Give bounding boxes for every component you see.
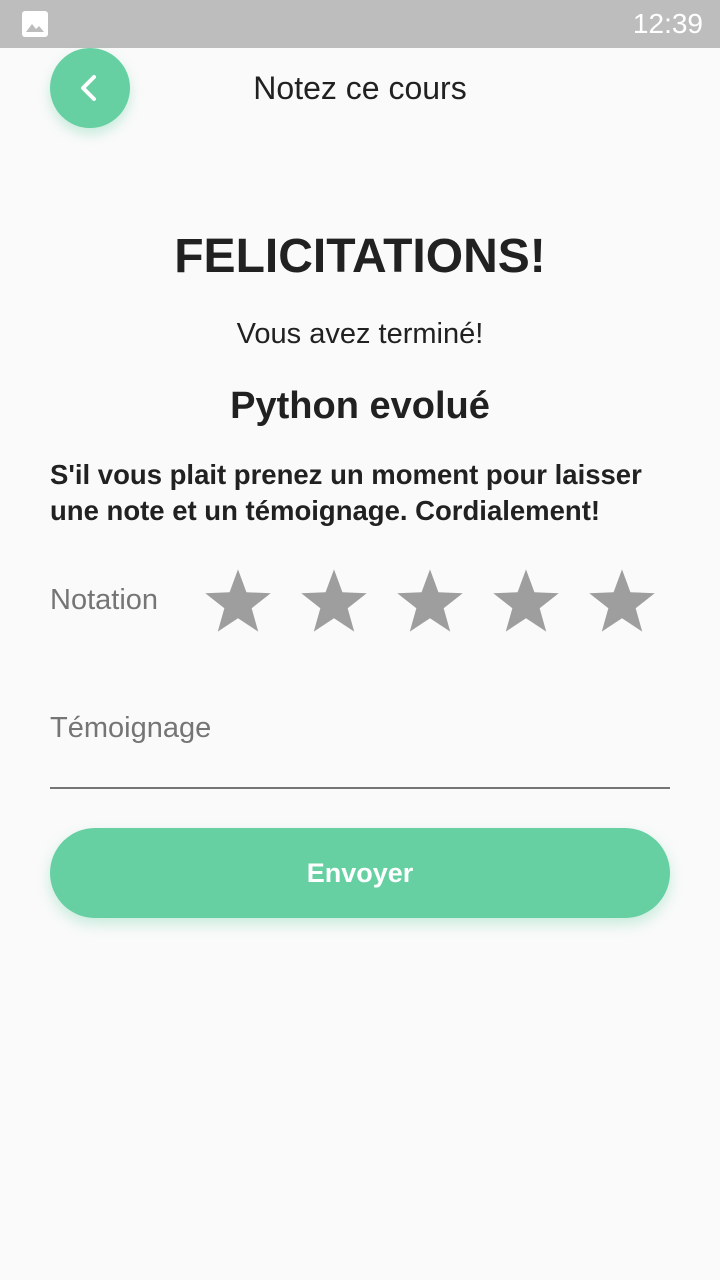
testimony-input[interactable] xyxy=(50,700,670,756)
finished-text: Vous avez terminé! xyxy=(236,318,484,350)
star-icon xyxy=(493,569,559,632)
course-name: Python evolué xyxy=(230,385,490,427)
rating-label: Notation xyxy=(50,584,159,616)
congrats-heading: FELICITATIONS! xyxy=(174,230,546,283)
testimony-field xyxy=(50,700,670,789)
instructions-text: S'il vous plait prenez un moment pour la… xyxy=(50,459,642,526)
star-icon xyxy=(589,569,655,632)
star-5[interactable] xyxy=(574,553,670,649)
star-4[interactable] xyxy=(478,553,574,649)
star-icon xyxy=(301,569,367,632)
image-icon xyxy=(22,11,48,37)
star-rating xyxy=(190,553,670,649)
star-icon xyxy=(397,569,463,632)
submit-button[interactable]: Envoyer xyxy=(50,828,670,918)
status-bar: 12:39 xyxy=(0,0,720,48)
star-icon xyxy=(205,569,271,632)
status-time: 12:39 xyxy=(632,8,703,39)
star-1[interactable] xyxy=(190,553,286,649)
page-title: Notez ce cours xyxy=(253,70,467,106)
star-2[interactable] xyxy=(286,553,382,649)
star-3[interactable] xyxy=(382,553,478,649)
